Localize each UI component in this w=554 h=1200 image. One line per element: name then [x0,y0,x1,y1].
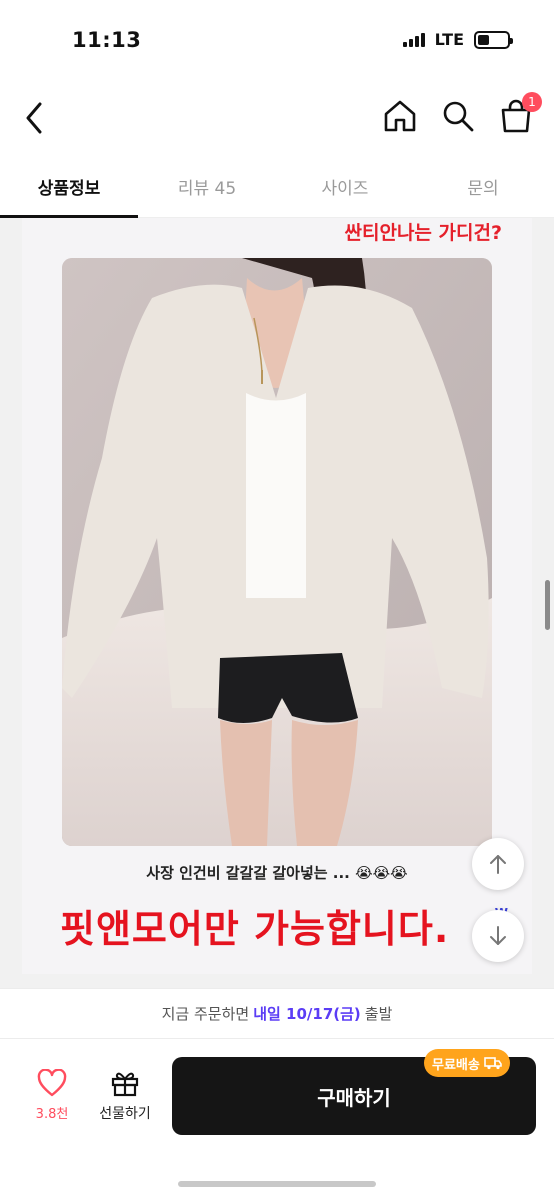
tab-size[interactable]: 사이즈 [276,162,414,218]
product-detail-content: 싼티안나는 가디건? 사장 인건비 갈갈갈 갈아넣는 ... 😭😭😭 핏앤모어만… [0,218,554,988]
scroll-down-button[interactable] [472,910,524,962]
like-button[interactable]: 3.8천 [24,1068,80,1122]
tab-product-info[interactable]: 상품정보 [0,162,138,218]
status-time: 11:13 [72,28,142,52]
arrow-up-icon [490,855,506,874]
network-label: LTE [434,30,464,49]
status-bar: 11:13 LTE [0,0,554,80]
search-icon [443,101,474,132]
heart-icon [37,1068,67,1097]
cart-count-badge: 1 [522,92,542,112]
gift-icon [111,1072,139,1097]
status-indicators: LTE [402,30,513,49]
arrow-down-icon [490,926,506,945]
search-button[interactable] [440,98,476,134]
bottom-action-bar: 3.8천 선물하기 구매하기 무료배송 [0,1038,554,1200]
gift-button[interactable]: 선물하기 [92,1069,158,1123]
battery-icon [474,30,513,49]
gift-label: 선물하기 [99,1106,151,1122]
cart-button[interactable]: 1 [498,92,542,134]
product-headline: 싼티안나는 가디건? [344,222,502,244]
tab-inquiry[interactable]: 문의 [414,162,552,218]
scrollbar[interactable] [545,580,550,630]
free-shipping-label: 무료배송 [432,1057,480,1073]
home-button[interactable] [382,98,418,134]
back-button[interactable] [18,98,52,138]
chevron-left-icon [26,102,42,134]
tab-reviews[interactable]: 리뷰 45 [138,162,276,218]
photo-caption: 사장 인건비 갈갈갈 갈아넣는 ... 😭😭😭 [146,864,408,882]
delivery-date: 내일 10/17(금) [253,1005,361,1023]
truck-icon [484,1057,502,1070]
promo-text: 핏앤모어만 가능합니다. [60,907,450,951]
free-shipping-badge: 무료배송 [424,1049,510,1077]
like-count: 3.8천 [35,1107,69,1122]
product-photo [62,258,492,846]
product-tabs: 상품정보 리뷰 45 사이즈 문의 [0,162,554,218]
home-indicator[interactable] [178,1181,376,1187]
delivery-suffix: 출발 [364,1005,393,1023]
delivery-prefix: 지금 주문하면 [161,1005,250,1023]
scroll-up-button[interactable] [472,838,524,890]
delivery-info: 지금 주문하면 내일 10/17(금) 출발 [0,988,554,1038]
product-detail-image: 싼티안나는 가디건? 사장 인건비 갈갈갈 갈아넣는 ... 😭😭😭 핏앤모어만… [22,218,532,974]
signal-icon [402,32,425,47]
app-header: 1 [0,88,554,148]
home-icon [384,100,416,132]
